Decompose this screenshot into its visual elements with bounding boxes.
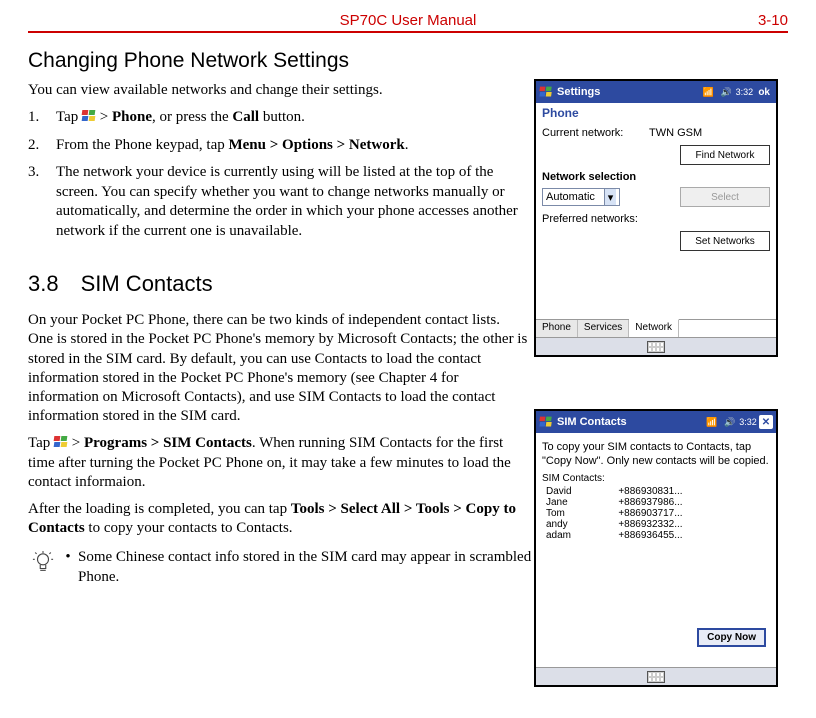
contact-number: +886903717... — [614, 508, 770, 519]
screenshot-sim-contacts: SIM Contacts 📶 🔊 3:32 ✕ To copy your SIM… — [534, 409, 778, 687]
chevron-down-icon: ▾ — [604, 189, 616, 205]
current-network-value: TWN GSM — [649, 127, 770, 139]
copy-now-button[interactable]: Copy Now — [697, 628, 766, 647]
manual-title: SP70C User Manual — [340, 12, 477, 29]
contact-name: Jane — [542, 497, 614, 508]
contact-name: Tom — [542, 508, 614, 519]
table-row[interactable]: adam+886936455... — [542, 530, 770, 541]
start-icon[interactable] — [540, 87, 553, 98]
contact-number: +886936455... — [614, 530, 770, 541]
sim-contacts-table: David+886930831... Jane+886937986... Tom… — [542, 486, 770, 541]
sim-paragraph-2: Tap > Programs > SIM Contacts. When runn… — [28, 434, 528, 492]
table-row[interactable]: Tom+886903717... — [542, 508, 770, 519]
sim-intro-text: To copy your SIM contacts to Contacts, t… — [542, 441, 770, 469]
contact-name: andy — [542, 519, 614, 530]
screenshot-network-settings: Settings 📶 🔊 3:32 ok Phone Current netwo… — [534, 79, 778, 357]
table-row[interactable]: andy+886932332... — [542, 519, 770, 530]
preferred-networks-label: Preferred networks: — [542, 213, 638, 225]
set-networks-button[interactable]: Set Networks — [680, 231, 770, 251]
contact-name: David — [542, 486, 614, 497]
start-icon[interactable] — [540, 417, 553, 428]
volume-icon: 🔊 — [723, 415, 737, 429]
clock: 3:32 — [741, 415, 755, 429]
select-button: Select — [680, 187, 770, 207]
clock: 3:32 — [737, 85, 751, 99]
panel-title: Phone — [536, 103, 776, 123]
select-value: Automatic — [546, 191, 595, 203]
window-title: Settings — [557, 86, 600, 98]
sim-contacts-label: SIM Contacts: — [542, 473, 770, 484]
step-text: From the Phone keypad, tap Menu > Option… — [56, 136, 528, 156]
tab-phone[interactable]: Phone — [536, 320, 578, 337]
step-number: 1. — [28, 108, 56, 128]
keyboard-icon[interactable] — [647, 341, 665, 353]
sim-paragraph-3: After the loading is completed, you can … — [28, 500, 528, 538]
signal-icon: 📶 — [701, 85, 715, 99]
sim-paragraph-1: On your Pocket PC Phone, there can be tw… — [28, 311, 528, 426]
tab-services[interactable]: Services — [578, 320, 629, 337]
table-row[interactable]: Jane+886937986... — [542, 497, 770, 508]
network-intro: You can view available networks and chan… — [28, 81, 528, 100]
tab-bar: Phone Services Network — [536, 319, 776, 337]
network-selection-label: Network selection — [542, 171, 770, 183]
signal-icon: 📶 — [705, 415, 719, 429]
step-number: 2. — [28, 136, 56, 156]
contact-number: +886930831... — [614, 486, 770, 497]
note-bullet: • — [58, 548, 78, 587]
current-network-label: Current network: — [542, 127, 645, 139]
window-title: SIM Contacts — [557, 416, 627, 428]
step-text: Tap > Phone, or press the Call button. — [56, 108, 528, 128]
contact-number: +886937986... — [614, 497, 770, 508]
step-number: 3. — [28, 163, 56, 241]
lightbulb-icon — [28, 548, 58, 587]
table-row[interactable]: David+886930831... — [542, 486, 770, 497]
find-network-button[interactable]: Find Network — [680, 145, 770, 165]
sip-bar — [536, 667, 776, 685]
close-icon[interactable]: ✕ — [759, 415, 773, 429]
start-icon — [54, 436, 68, 448]
contact-number: +886932332... — [614, 519, 770, 530]
page-header: SP70C User Manual 3-10 — [28, 12, 788, 33]
step-text: The network your device is currently usi… — [56, 163, 528, 241]
titlebar: Settings 📶 🔊 3:32 ok — [536, 81, 776, 103]
contact-name: adam — [542, 530, 614, 541]
section-heading-network: Changing Phone Network Settings — [28, 49, 788, 73]
keyboard-icon[interactable] — [647, 671, 665, 683]
ok-button[interactable]: ok — [755, 87, 773, 98]
page-number: 3-10 — [758, 12, 788, 29]
tab-network[interactable]: Network — [629, 319, 679, 337]
sip-bar — [536, 337, 776, 355]
network-mode-select[interactable]: Automatic ▾ — [542, 188, 620, 206]
start-icon — [82, 110, 96, 122]
network-steps: 1. Tap > Phone, or press the Call button… — [28, 108, 528, 241]
titlebar: SIM Contacts 📶 🔊 3:32 ✕ — [536, 411, 776, 433]
volume-icon: 🔊 — [719, 85, 733, 99]
